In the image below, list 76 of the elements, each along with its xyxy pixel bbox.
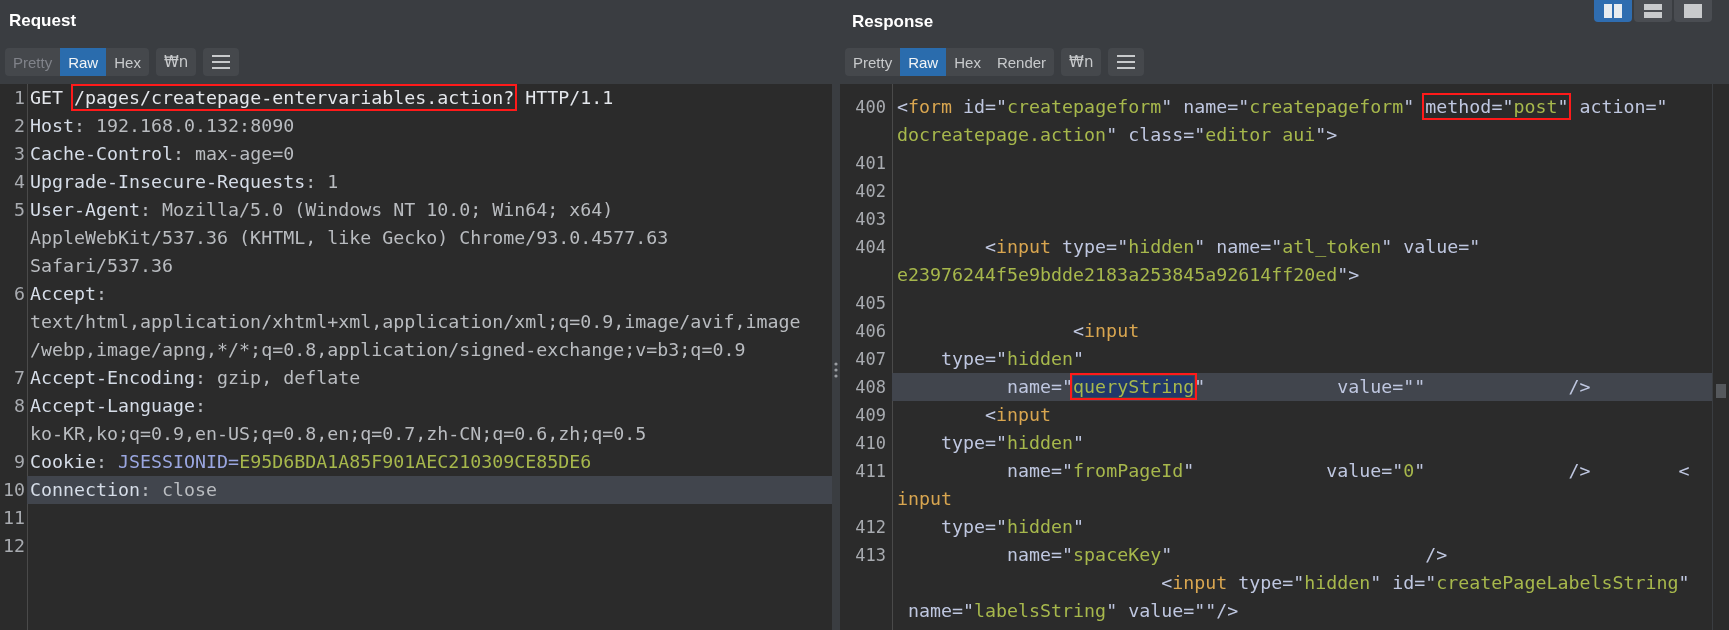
line-number: 402	[855, 181, 886, 201]
line-number: 8	[14, 395, 25, 416]
code-line: ko-KR,ko;q=0.9,en-US;q=0.8,en;q=0.7,zh-CN;q=0.6,zh;q=0.5	[29, 422, 648, 446]
line-number: 408	[855, 377, 886, 397]
line-number: 403	[855, 209, 886, 229]
scrollbar[interactable]	[1712, 84, 1729, 630]
line-number: 413	[855, 545, 886, 565]
menu-button[interactable]	[1108, 48, 1145, 76]
layout-toggle[interactable]	[1634, 0, 1672, 22]
columns-icon	[1604, 4, 1622, 18]
code-line: User-Agent: Mozilla/5.0 (Windows NT 10.0; Win64; x64)	[29, 198, 615, 222]
code-line: name="labelsString" value=""/>	[907, 599, 1240, 623]
code-line: e23976244f5e9bdde2183a253845a92614ff20ed">	[896, 263, 1361, 287]
view-tab[interactable]: Render	[988, 48, 1055, 76]
line-number: 405	[855, 293, 886, 313]
view-tab[interactable]: Hex	[946, 48, 989, 76]
code-line: type="hidden"	[940, 515, 1086, 539]
line-number: 406	[855, 321, 886, 341]
code-line: Accept-Encoding: gzip, deflate	[29, 366, 362, 390]
code-line: Accept-Language:	[29, 394, 208, 418]
code-line: <input type="hidden" name="atl_token" value="	[984, 235, 1482, 259]
menu-icon	[1117, 55, 1136, 69]
line-number: 6	[14, 283, 25, 304]
line-number: 12	[3, 535, 25, 556]
layout-toggle[interactable]	[1674, 0, 1712, 22]
code-line: Safari/537.36	[29, 254, 175, 278]
line-number: 4	[14, 171, 25, 192]
single-pane-icon	[1684, 4, 1702, 18]
code-line: GET /pages/createpage-entervariables.action? HTTP/1.1	[27, 84, 832, 112]
line-number: 410	[855, 433, 886, 453]
panel-title: Response	[852, 12, 934, 32]
code-line: Host: 192.168.0.132:8090	[29, 114, 296, 138]
line-number: 9	[14, 451, 25, 472]
line-number: 1	[14, 87, 25, 108]
code-line: name="fromPageId" value="0" /> <	[1006, 459, 1691, 483]
line-number: 412	[855, 517, 886, 537]
code-line: Accept:	[29, 282, 109, 306]
panel-title: Request	[9, 11, 77, 31]
wrap-button[interactable]: ₩n	[155, 48, 197, 76]
line-number: 409	[855, 405, 886, 425]
line-number: 7	[14, 367, 25, 388]
code-line: type="hidden"	[940, 347, 1086, 371]
menu-icon	[212, 55, 231, 69]
view-tab[interactable]: Raw	[900, 48, 947, 76]
code-line: <input	[1072, 319, 1141, 343]
rows-icon	[1644, 4, 1662, 18]
layout-toggle[interactable]	[1594, 0, 1632, 22]
line-number: 5	[14, 199, 25, 220]
line-number: 404	[855, 237, 886, 257]
code-line: Upgrade-Insecure-Requests: 1	[29, 170, 340, 194]
code-line: <form id="createpageform" name="createpageform" method="post" action="	[892, 93, 1712, 121]
code-line: name="spaceKey" />	[1006, 543, 1449, 567]
line-number: 401	[855, 153, 886, 173]
code-line: input	[896, 487, 954, 511]
line-number: 10	[3, 479, 25, 500]
code-line: Cookie: JSESSIONID=E95D6BDA1A85F901AEC210309CE85DE6	[29, 450, 593, 474]
wrap-button[interactable]: ₩n	[1061, 48, 1102, 76]
line-number: 407	[855, 349, 886, 369]
code-line: docreatepage.action" class="editor aui">	[896, 123, 1339, 147]
view-tab[interactable]: Hex	[106, 48, 149, 76]
code-line: /webp,image/apng,*/*;q=0.8,application/signed-exchange;v=b3;q=0.9	[29, 338, 747, 362]
code-line: <input	[984, 403, 1053, 427]
code-line: AppleWebKit/537.36 (KHTML, like Gecko) Chrome/93.0.4577.63	[29, 226, 670, 250]
code-line: <input type="hidden" id="createPageLabelsString"	[1160, 571, 1691, 595]
code-line: Cache-Control: max-age=0	[29, 142, 296, 166]
line-number: 11	[3, 507, 25, 528]
code-line: text/html,application/xhtml+xml,application/xml;q=0.9,image/avif,image	[29, 310, 802, 334]
view-tab[interactable]: Raw	[60, 48, 107, 76]
code-line: type="hidden"	[940, 431, 1086, 455]
line-number: 400	[855, 97, 886, 117]
line-number: 411	[855, 461, 886, 481]
line-number: 3	[14, 143, 25, 164]
line-number: 2	[14, 115, 25, 136]
menu-button[interactable]	[203, 48, 240, 76]
view-tab[interactable]: Pretty	[845, 48, 901, 76]
drag-handle-icon[interactable]	[834, 362, 838, 378]
